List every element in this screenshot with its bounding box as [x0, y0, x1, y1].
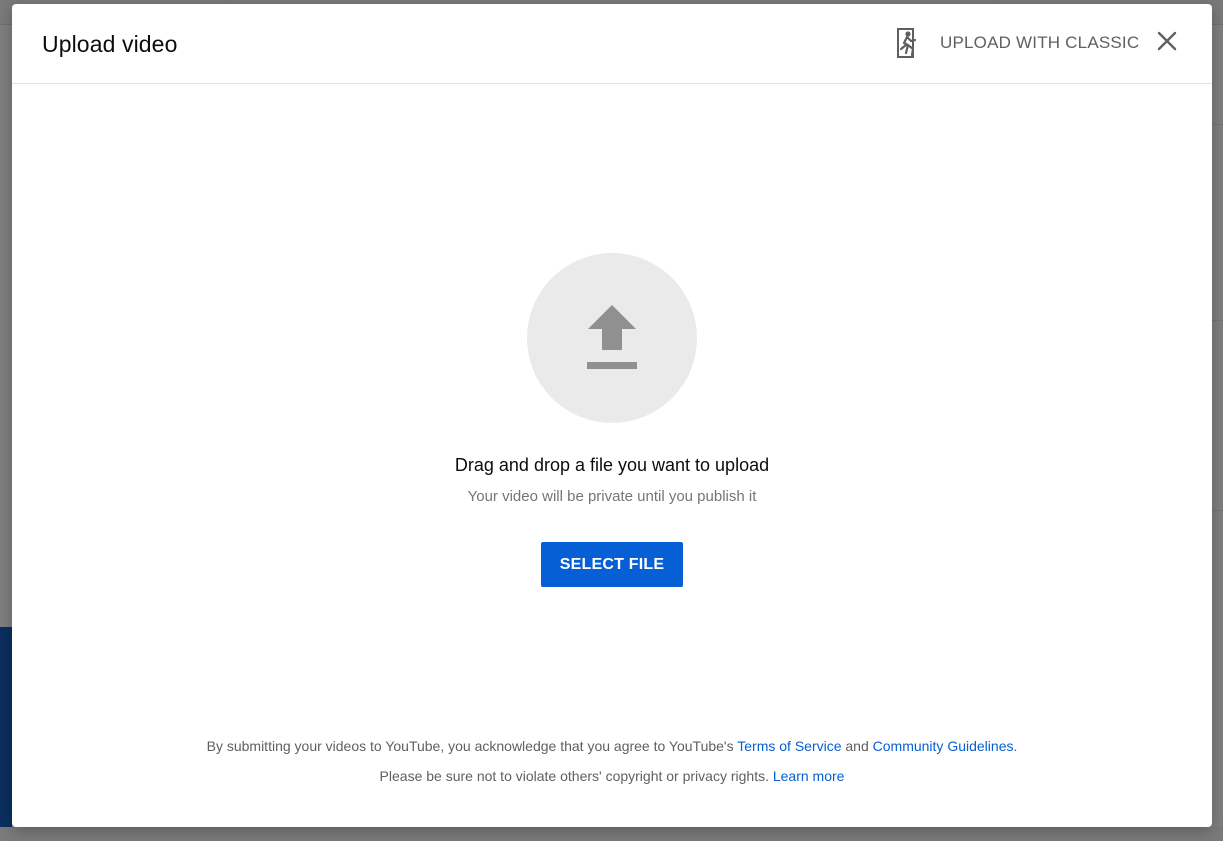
upload-drop-zone[interactable] — [527, 253, 697, 423]
terms-of-service-link[interactable]: Terms of Service — [737, 738, 841, 754]
background-divider — [1212, 124, 1223, 125]
upload-arrow-icon — [587, 303, 637, 374]
background-bottom-strip — [0, 827, 1223, 841]
background-divider — [1212, 320, 1223, 321]
copyright-notice-text: Please be sure not to violate others' co… — [379, 768, 773, 784]
select-file-button[interactable]: SELECT FILE — [541, 542, 683, 587]
learn-more-link[interactable]: Learn more — [773, 768, 845, 784]
dialog-header: Upload video UPLOAD WITH CLASSIC — [12, 4, 1212, 84]
dialog-title: Upload video — [42, 31, 178, 57]
privacy-note: Your video will be private until you pub… — [467, 488, 757, 505]
upload-with-classic-label: UPLOAD WITH CLASSIC — [940, 33, 1140, 52]
background-divider — [1212, 510, 1223, 511]
upload-dialog: Upload video UPLOAD WITH CLASSIC Drag an… — [12, 4, 1212, 827]
community-guidelines-link[interactable]: Community Guidelines — [873, 738, 1014, 754]
close-icon — [1157, 31, 1177, 56]
terms-notice-period: . — [1013, 738, 1018, 754]
background-blue-panel — [0, 627, 12, 827]
copyright-notice: Please be sure not to violate others' co… — [12, 768, 1212, 784]
terms-notice-and: and — [841, 738, 873, 754]
close-button[interactable] — [1152, 28, 1182, 58]
drag-drop-instruction: Drag and drop a file you want to upload — [454, 455, 770, 475]
terms-notice-text: By submitting your videos to YouTube, yo… — [206, 738, 738, 754]
terms-notice: By submitting your videos to YouTube, yo… — [12, 738, 1212, 754]
upload-with-classic-button[interactable]: UPLOAD WITH CLASSIC — [896, 24, 1139, 62]
exit-classic-icon — [896, 27, 922, 59]
